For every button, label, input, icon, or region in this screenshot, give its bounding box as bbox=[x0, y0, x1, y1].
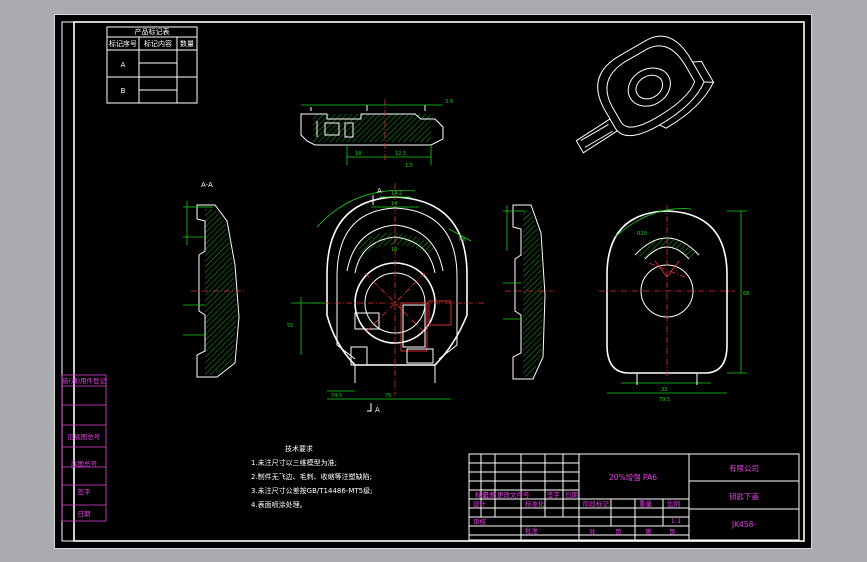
drawing-number: JK458- bbox=[731, 520, 756, 529]
drawing-viewport[interactable]: 产品标记表 标记序号 标记内容 数量 A B 借(通)用件登记 旧底图总号 底图… bbox=[54, 14, 812, 549]
revision-header-3: 数量 bbox=[180, 39, 194, 48]
tb-label-9: 批准 bbox=[525, 526, 539, 535]
tb-label-13: 共 bbox=[589, 527, 596, 536]
tech-req-2: 2.制件无飞边、毛刺、收缩等注塑缺陷; bbox=[251, 472, 372, 481]
front-dim-2: 14 bbox=[391, 201, 397, 207]
right-dim-4: 79.5 bbox=[659, 397, 670, 403]
side-label-5: 日期 bbox=[78, 510, 92, 518]
front-dim-7: 74.5 bbox=[331, 393, 342, 399]
top-dim-2: 12.5 bbox=[395, 151, 406, 157]
top-view: 18 12.5 1.5 3.9 bbox=[300, 99, 453, 169]
cad-drawing: 产品标记表 标记序号 标记内容 数量 A B 借(通)用件登记 旧底图总号 底图… bbox=[61, 21, 805, 542]
material-label: 20%增强 PA6 bbox=[609, 472, 657, 482]
top-dim-3: 1.5 bbox=[405, 163, 413, 169]
tb-label-7: 审核 bbox=[473, 517, 487, 526]
side-label-2: 旧底图总号 bbox=[68, 432, 101, 441]
section-view-left bbox=[183, 201, 245, 378]
section-label: A-A bbox=[201, 181, 213, 189]
section-mark-1: A bbox=[375, 406, 380, 414]
revision-row-b: B bbox=[121, 87, 126, 95]
top-dim-1: 18 bbox=[355, 151, 361, 157]
tb-label-6: 设计 bbox=[473, 499, 487, 508]
revision-header-2: 标记内容 bbox=[144, 39, 172, 48]
side-label-3: 底图总号 bbox=[71, 459, 98, 468]
front-dim-4: R8 bbox=[459, 237, 466, 243]
tb-label-10: 阶段标记 bbox=[583, 499, 610, 508]
right-dim-1: 33 bbox=[661, 387, 667, 393]
tb-label-14: 页 bbox=[615, 528, 622, 536]
tb-label-4: 签字 bbox=[547, 490, 561, 499]
tb-label-2: 处数 bbox=[483, 490, 497, 499]
side-panel: 借(通)用件登记 旧底图总号 底图总号 签字 日期 bbox=[61, 374, 107, 522]
tb-label-15: 第 bbox=[645, 527, 652, 536]
tech-req-1: 1.未注尺寸以三维模型为准; bbox=[251, 458, 337, 467]
front-dim-1: 14.2 bbox=[391, 191, 402, 197]
right-dim-2: R20 bbox=[637, 231, 647, 237]
revision-table-title: 产品标记表 bbox=[135, 27, 170, 36]
part-name: 钥匙下盖 bbox=[729, 491, 759, 501]
side-label-1: 借(通)用件登记 bbox=[62, 376, 107, 385]
revision-header-1: 标记序号 bbox=[109, 39, 137, 48]
section-mark-2: A bbox=[377, 187, 382, 195]
tech-req-3: 3.未注尺寸公差按GB/T14486-MT5级; bbox=[251, 486, 372, 495]
front-dim-5: 55 bbox=[287, 323, 293, 329]
revision-table: 产品标记表 标记序号 标记内容 数量 A B bbox=[106, 26, 198, 104]
tb-label-12: 比例 bbox=[667, 499, 680, 508]
tb-label-3: 更改文件号 bbox=[497, 490, 530, 499]
title-block: 20%增强 PA6 有限公司 钥匙下盖 JK458- 1:1 标记 处数 更改文… bbox=[468, 453, 800, 541]
tb-label-16: 页 bbox=[669, 528, 676, 536]
tb-label-11: 重量 bbox=[639, 500, 653, 508]
rear-view: 33 R20 68 79.5 bbox=[599, 205, 749, 403]
front-view: 14.2 14 10 R8 55 75 74.5 A A bbox=[287, 183, 485, 414]
technical-requirements: 技术要求 1.未注尺寸以三维模型为准; 2.制件无飞边、毛刺、收缩等注塑缺陷; … bbox=[251, 444, 372, 509]
tech-req-title: 技术要求 bbox=[285, 444, 313, 453]
tech-req-4: 4.表面喷涂处理。 bbox=[251, 500, 307, 509]
inner-frame bbox=[73, 21, 805, 542]
front-dim-3: 10 bbox=[391, 247, 397, 253]
tb-label-8: 标准化 bbox=[525, 499, 545, 508]
isometric-view bbox=[575, 35, 715, 154]
company-label: 有限公司 bbox=[729, 463, 759, 473]
section-view-right bbox=[503, 204, 553, 380]
revision-row-a: A bbox=[121, 61, 126, 69]
top-dim-4: 3.9 bbox=[445, 99, 453, 105]
tb-label-5: 日期 bbox=[565, 491, 579, 499]
right-dim-3: 68 bbox=[743, 291, 749, 297]
side-label-4: 签字 bbox=[78, 487, 92, 496]
scale-value: 1:1 bbox=[671, 517, 681, 525]
front-dim-6: 75 bbox=[385, 393, 391, 399]
